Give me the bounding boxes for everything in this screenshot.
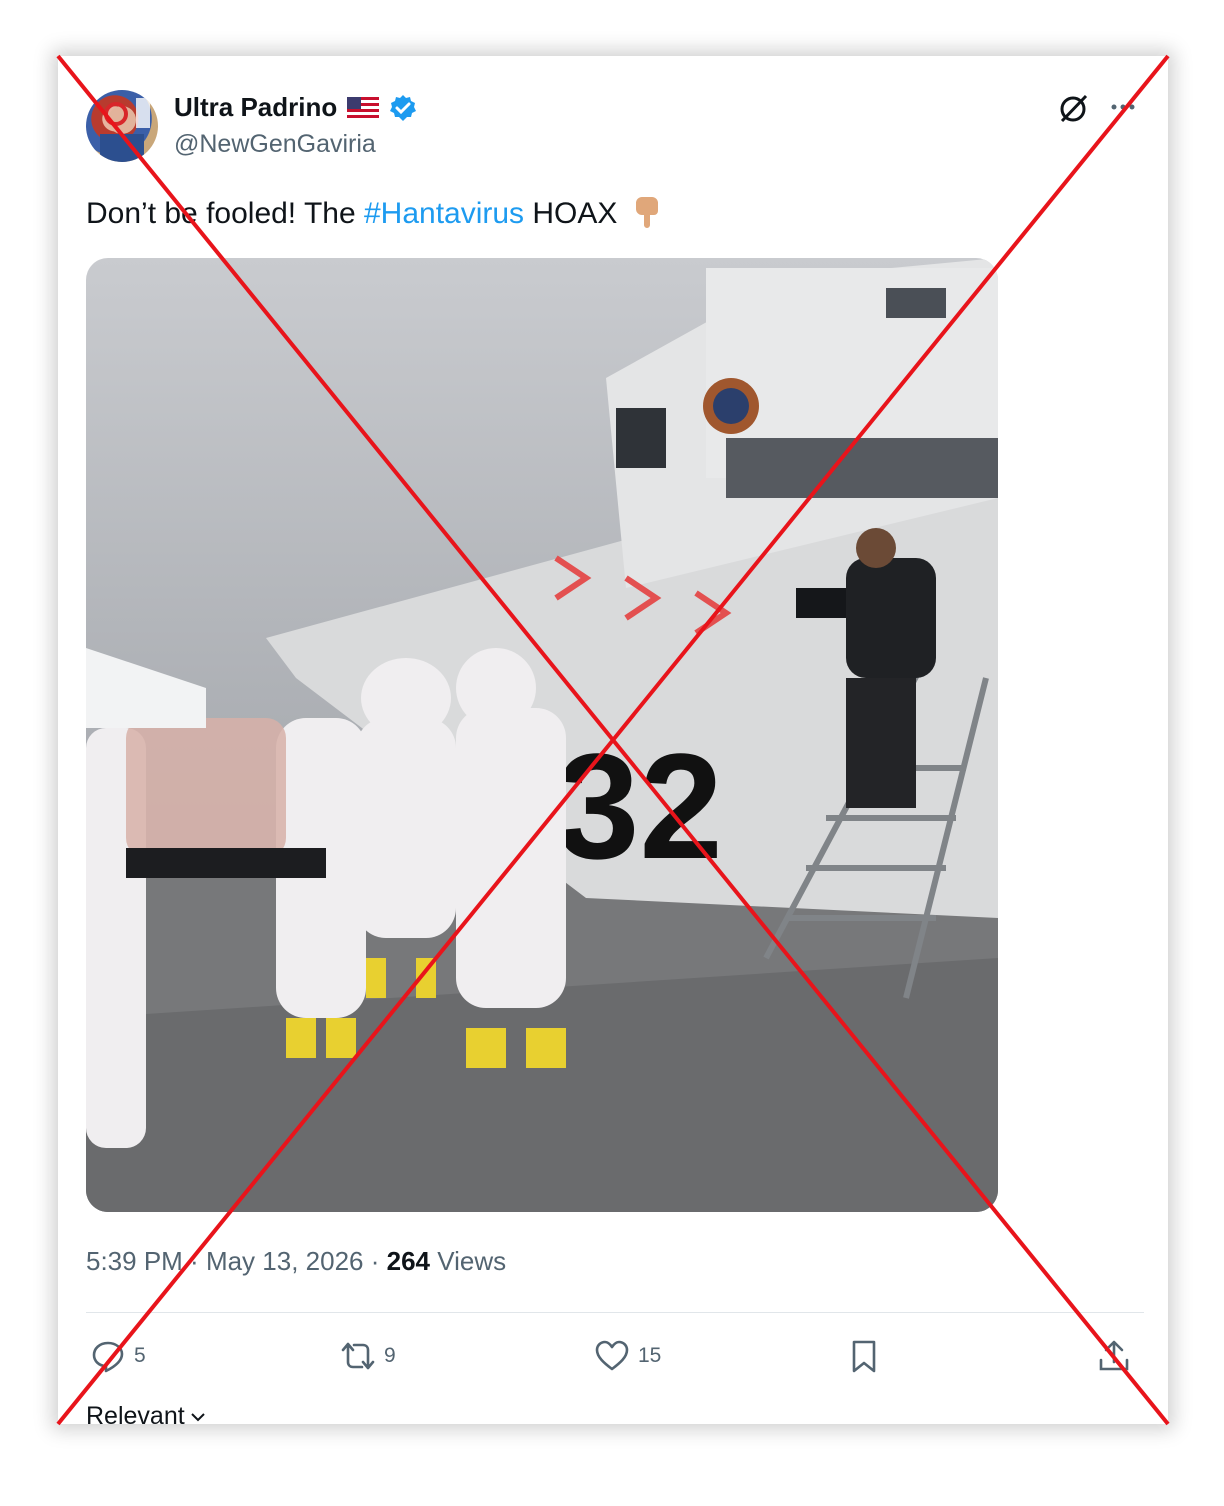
retweet-button[interactable]: 9	[340, 1338, 396, 1374]
us-flag-icon	[347, 96, 380, 119]
chevron-down-icon	[190, 1412, 205, 1421]
retweet-count: 9	[384, 1344, 396, 1367]
more-icon[interactable]	[1108, 92, 1138, 122]
handle[interactable]: @NewGenGaviria	[174, 130, 376, 159]
reply-button[interactable]: 5	[90, 1338, 146, 1374]
like-icon	[595, 1340, 629, 1371]
meta-separator: ·	[182, 1246, 206, 1276]
views-count: 264	[386, 1246, 430, 1276]
tweet-meta: 5:39 PM · May 13, 2026 · 264 Views	[86, 1246, 506, 1277]
views-label: Views	[430, 1246, 507, 1276]
reply-icon	[92, 1341, 124, 1373]
bookmark-button[interactable]	[846, 1338, 882, 1374]
grok-icon[interactable]	[1058, 92, 1090, 124]
verified-badge-icon	[390, 94, 417, 121]
divider	[86, 1312, 1144, 1313]
tweet-text-start: Don’t be fooled! The	[86, 197, 364, 230]
retweet-icon	[341, 1342, 375, 1370]
pointing-down-icon	[635, 197, 658, 228]
sort-label: Relevant	[86, 1402, 185, 1430]
display-name-row[interactable]: Ultra Padrino	[174, 92, 417, 123]
sort-dropdown[interactable]: Relevant	[86, 1402, 207, 1431]
timestamp-date[interactable]: May 13, 2026	[206, 1246, 364, 1276]
tweet-photo[interactable]: 32	[86, 258, 998, 1212]
timestamp-time[interactable]: 5:39 PM	[86, 1246, 183, 1276]
display-name[interactable]: Ultra Padrino	[174, 92, 337, 123]
reply-count: 5	[134, 1344, 146, 1367]
avatar[interactable]	[86, 90, 158, 162]
hull-number: 32	[556, 722, 723, 890]
like-count: 15	[638, 1344, 662, 1367]
share-icon	[1099, 1340, 1129, 1371]
bookmark-icon	[852, 1340, 876, 1373]
hashtag-link[interactable]: #Hantavirus	[364, 197, 524, 230]
like-button[interactable]: 15	[594, 1338, 661, 1374]
tweet-text-end: HOAX	[524, 197, 618, 230]
tweet-text: Don’t be fooled! The #Hantavirus HOAX	[86, 195, 662, 231]
share-button[interactable]	[1096, 1338, 1132, 1374]
meta-separator-2: ·	[363, 1246, 387, 1276]
